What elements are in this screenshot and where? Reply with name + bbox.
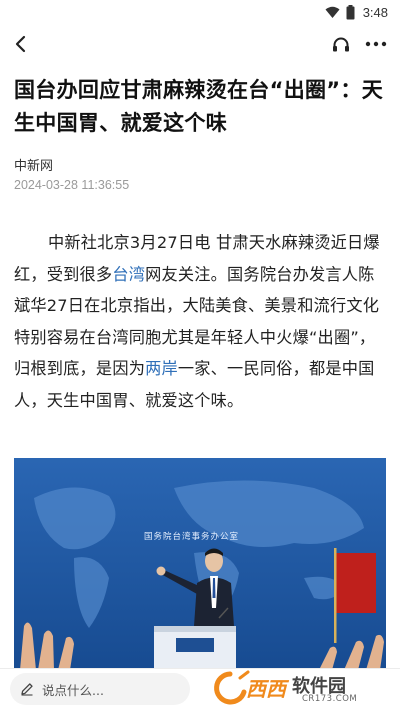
article-paragraph: 中新社北京3月27日电 甘肃天水麻辣烫近日爆红，受到很多台湾网友关注。国务院台办… bbox=[14, 227, 386, 416]
status-bar: 3:48 bbox=[0, 0, 400, 24]
listen-button[interactable] bbox=[326, 29, 356, 59]
photo-banner-text: 国务院台湾事务办公室 bbox=[144, 532, 240, 542]
press-conference-illustration bbox=[14, 458, 386, 670]
article-title: 国台办回应甘肃麻辣烫在台“出圈”：天生中国胃、就爱这个味 bbox=[14, 78, 384, 135]
keyword-link-taiwan[interactable]: 台湾 bbox=[112, 265, 145, 284]
podium bbox=[154, 626, 236, 670]
headphones-icon bbox=[333, 37, 349, 52]
wifi-icon bbox=[325, 6, 340, 18]
article-source[interactable]: 中新网 bbox=[14, 155, 53, 174]
article-photo[interactable]: 国务院台湾事务办公室 bbox=[14, 458, 386, 670]
watermark-url: CR173.COM bbox=[302, 694, 358, 704]
more-button[interactable] bbox=[360, 29, 392, 59]
battery-icon bbox=[346, 4, 355, 19]
back-button[interactable] bbox=[6, 29, 36, 59]
status-time: 3:48 bbox=[362, 4, 388, 20]
back-icon bbox=[15, 35, 26, 53]
more-icon bbox=[365, 41, 387, 47]
keyword-link-cross-strait[interactable]: 两岸 bbox=[145, 359, 178, 378]
article-publish-time: 2024-03-28 11:36:55 bbox=[14, 178, 130, 192]
top-nav-bar bbox=[0, 24, 400, 64]
comment-placeholder: 说点什么... bbox=[42, 682, 104, 698]
site-watermark: 西西 软件园 CR173.COM bbox=[210, 670, 392, 706]
comment-input[interactable]: 说点什么... bbox=[10, 673, 190, 705]
watermark-brand: 西西 bbox=[246, 677, 286, 701]
pencil-icon bbox=[21, 683, 33, 696]
status-icons: 3:48 bbox=[325, 3, 388, 21]
